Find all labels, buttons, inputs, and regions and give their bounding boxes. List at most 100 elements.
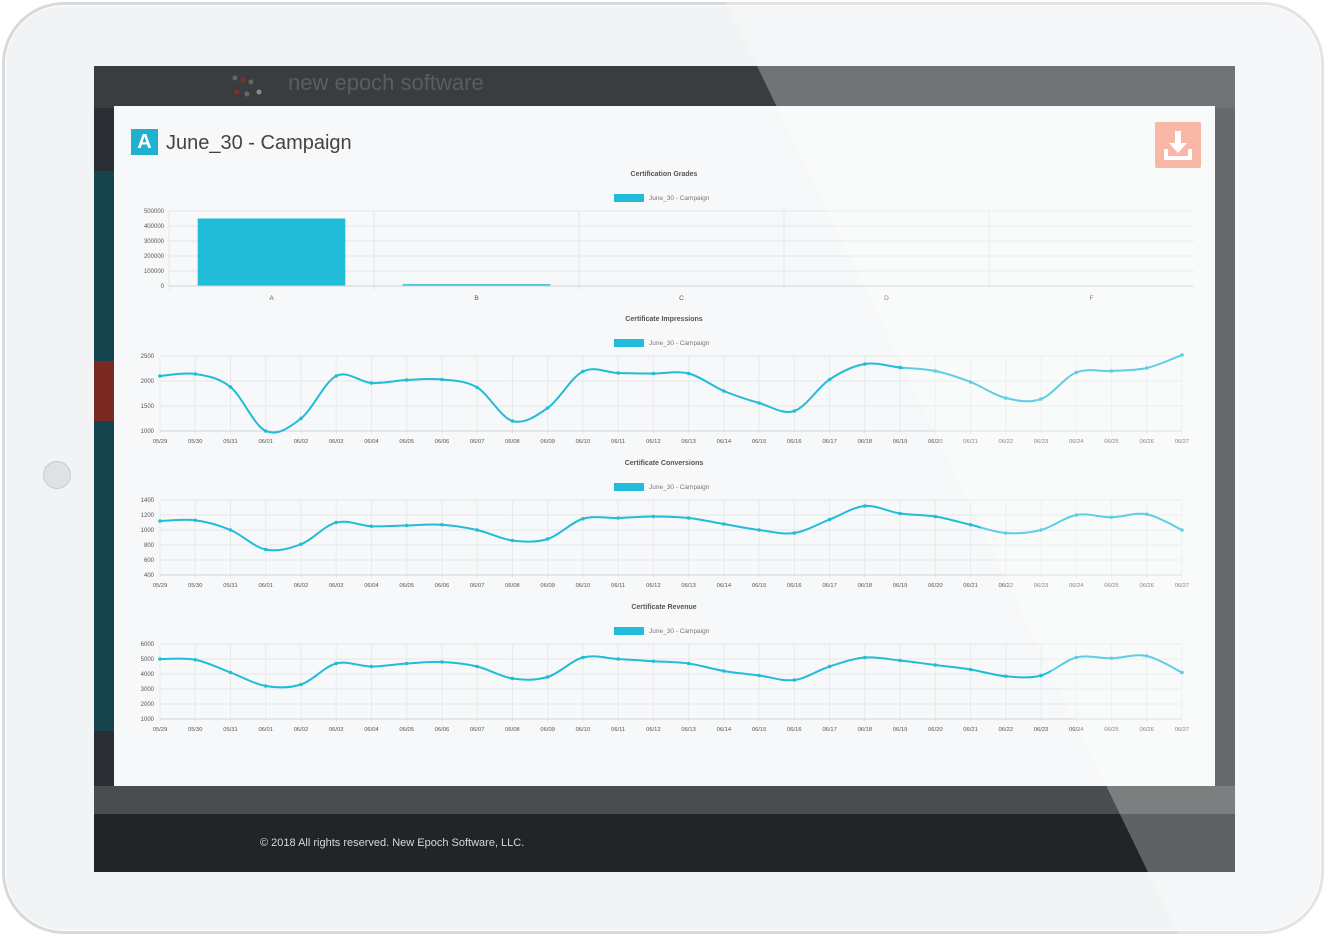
x-tick-label: 06/24	[1069, 727, 1084, 733]
y-tick-label: 2000	[141, 379, 155, 385]
data-point	[581, 369, 585, 374]
x-tick-label: 05/30	[188, 583, 203, 589]
y-tick-label: 2000	[141, 702, 155, 708]
data-point	[968, 380, 973, 384]
data-point	[968, 522, 973, 527]
revenue-chart: Certificate Revenue June_30 - Campaign 100…	[141, 604, 1190, 733]
x-tick-label: 06/08	[505, 727, 520, 733]
data-point	[510, 538, 515, 543]
campaign-modal: A June_30 - Campaign Certification Grade…	[114, 106, 1215, 786]
data-point	[792, 531, 797, 535]
data-point	[616, 371, 620, 375]
x-tick-label: 06/21	[963, 439, 978, 445]
x-tick-label: 06/03	[329, 439, 344, 445]
x-tick-label: 06/02	[294, 727, 309, 733]
data-point	[686, 516, 691, 520]
legend-label: June_30 - Campaign	[649, 484, 710, 491]
x-tick-label: 06/13	[681, 727, 696, 733]
chart-title: Certificate Impressions	[625, 316, 703, 323]
x-tick-label: 06/05	[399, 583, 414, 589]
data-point	[193, 372, 198, 376]
x-tick-label: 06/09	[540, 439, 555, 445]
data-point	[369, 524, 374, 529]
data-point	[404, 661, 409, 666]
y-tick-label: 4000	[141, 672, 155, 678]
data-point	[827, 377, 832, 382]
data-point	[228, 385, 233, 389]
x-tick-label: 06/05	[399, 727, 414, 733]
x-tick-label: 06/19	[893, 583, 908, 589]
chart-title: Certificate Conversions	[625, 460, 704, 467]
download-icon	[1164, 131, 1192, 160]
x-tick-label: C	[679, 295, 684, 302]
download-button[interactable]	[1155, 122, 1201, 168]
x-tick-label: 06/03	[329, 583, 344, 589]
x-tick-label: 06/16	[787, 583, 802, 589]
data-point	[1144, 512, 1149, 517]
x-tick-label: 06/19	[893, 439, 908, 445]
data-point	[158, 374, 162, 378]
data-point	[299, 542, 303, 547]
chart-title: Certificate Revenue	[631, 604, 696, 611]
x-tick-label: 06/22	[999, 583, 1014, 589]
x-tick-label: D	[884, 295, 889, 302]
x-tick-label: 06/25	[1104, 439, 1119, 445]
x-tick-label: 06/18	[858, 439, 873, 445]
grade-badge: A	[131, 129, 158, 155]
x-tick-label: 06/01	[258, 727, 273, 733]
data-point	[616, 516, 620, 520]
y-tick-label: 1000	[141, 528, 155, 534]
data-point	[757, 401, 761, 405]
x-tick-label: 05/31	[223, 727, 238, 733]
x-tick-label: 06/14	[717, 439, 732, 445]
footer-copyright: © 2018 All rights reserved. New Epoch So…	[260, 837, 525, 849]
x-tick-label: 05/31	[223, 583, 238, 589]
x-tick-label: 06/17	[822, 727, 837, 733]
data-point	[651, 514, 656, 519]
x-tick-label: 06/04	[364, 727, 379, 733]
logo-text: new epoch software	[288, 70, 484, 95]
x-tick-label: F	[1090, 295, 1094, 302]
data-point	[1074, 513, 1079, 517]
data-point	[933, 663, 938, 667]
x-tick-label: 06/21	[963, 583, 978, 589]
x-tick-label: 06/12	[646, 583, 661, 589]
data-point	[722, 389, 726, 393]
x-tick-label: 06/23	[1034, 727, 1049, 733]
modal-title: June_30 - Campaign	[166, 132, 352, 154]
x-tick-label: 06/11	[611, 727, 625, 733]
x-tick-label: 06/27	[1175, 439, 1190, 445]
y-tick-label: 5000	[141, 657, 155, 663]
x-tick-label: 05/31	[223, 439, 238, 445]
data-point	[193, 518, 198, 523]
data-point	[299, 416, 303, 421]
x-tick-label: 06/13	[681, 583, 696, 589]
data-point	[863, 362, 867, 366]
x-tick-label: 06/22	[999, 727, 1014, 733]
x-tick-label: 06/08	[505, 439, 520, 445]
y-tick-label: 1000	[141, 429, 155, 435]
x-tick-label: 06/24	[1069, 439, 1084, 445]
data-point	[827, 664, 832, 669]
data-point	[1144, 654, 1149, 658]
data-point	[1180, 670, 1184, 675]
data-point	[404, 378, 409, 382]
x-tick-label: 06/08	[505, 583, 520, 589]
data-point	[651, 659, 656, 664]
x-tick-label: 06/26	[1140, 583, 1155, 589]
sidebar-active-item[interactable]	[94, 361, 114, 421]
x-tick-label: 06/15	[752, 439, 767, 445]
y-tick-label: 400	[144, 573, 155, 579]
x-tick-label: 06/10	[576, 727, 591, 733]
data-point	[545, 537, 550, 541]
x-tick-label: 06/02	[294, 583, 309, 589]
x-tick-label: 06/20	[928, 727, 943, 733]
data-point	[1180, 353, 1184, 357]
data-point	[475, 664, 479, 669]
data-point	[722, 669, 726, 673]
data-point	[228, 670, 233, 675]
data-point	[263, 684, 268, 688]
x-tick-label: 06/26	[1140, 727, 1155, 733]
x-tick-label: 06/14	[717, 583, 732, 589]
data-point	[404, 523, 409, 528]
